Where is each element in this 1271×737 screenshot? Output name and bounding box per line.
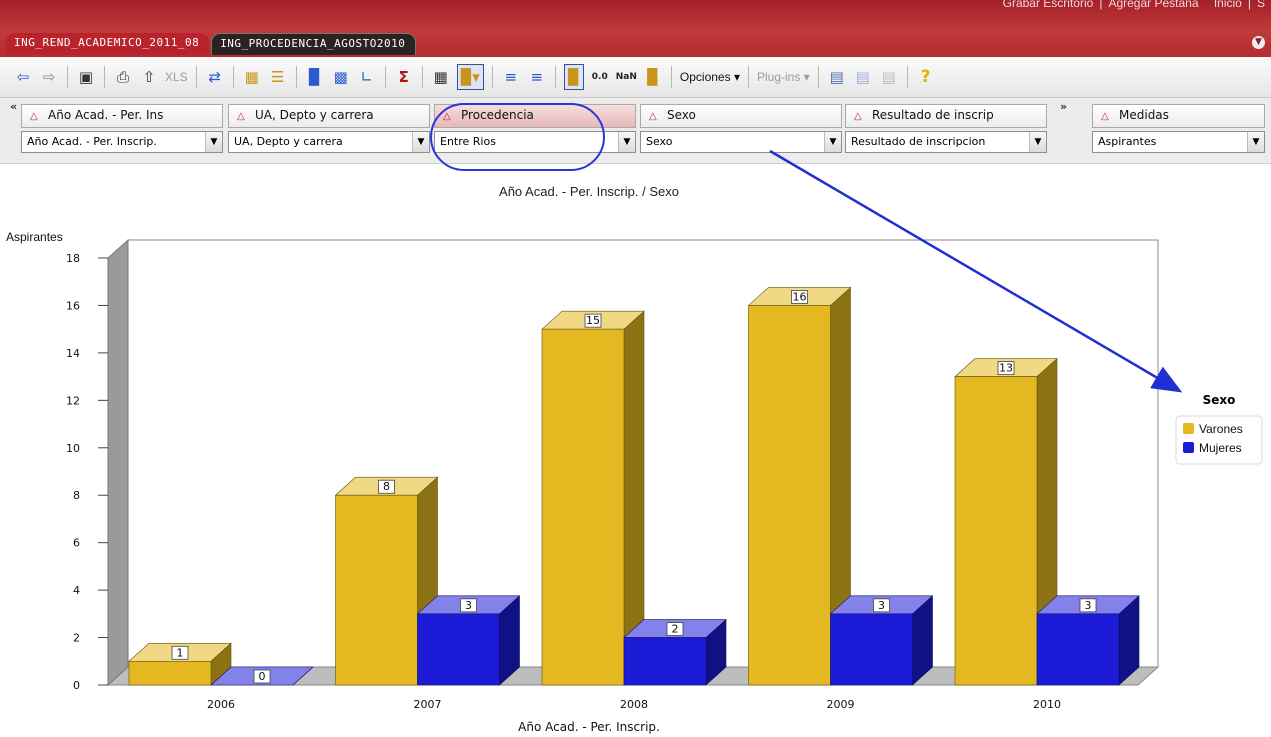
- bar-varones-2009: [748, 305, 831, 686]
- bar-mujeres-2007: [417, 613, 500, 686]
- x-tick-label: 2007: [414, 698, 442, 711]
- data-label: 1: [177, 646, 184, 659]
- bar-mujeres-2008: [623, 637, 707, 686]
- y-tick-label: 16: [66, 299, 80, 312]
- y-tick-label: 14: [66, 347, 80, 360]
- data-label: 13: [999, 362, 1013, 375]
- bar-varones-2006: [128, 660, 212, 686]
- y-tick-label: 18: [66, 252, 80, 265]
- y-tick-label: 2: [73, 632, 80, 645]
- y-tick-label: 4: [73, 584, 80, 597]
- bar-varones-2008: [541, 328, 625, 686]
- plot-area: 0246810121416181020068320071522008163200…: [66, 238, 1160, 711]
- x-tick-label: 2009: [827, 698, 855, 711]
- bar-mujeres-2009: [830, 613, 913, 686]
- data-label: 3: [1085, 599, 1092, 612]
- bar-varones-2010: [954, 376, 1038, 686]
- data-label: 15: [586, 314, 600, 327]
- x-tick-label: 2006: [207, 698, 235, 711]
- chart-side-wall: [107, 238, 129, 687]
- legend-swatch: [1183, 423, 1194, 434]
- data-label: 3: [465, 599, 472, 612]
- data-label: 8: [383, 480, 390, 493]
- y-tick-label: 6: [73, 537, 80, 550]
- x-tick-label: 2010: [1033, 698, 1061, 711]
- bar-varones-2007: [335, 494, 418, 686]
- bar-mujeres-2010: [1036, 613, 1120, 686]
- y-axis-label: Aspirantes: [6, 230, 63, 244]
- x-axis-label: Año Acad. - Per. Inscrip.: [518, 720, 660, 734]
- data-label: 0: [259, 670, 266, 683]
- y-tick-label: 12: [66, 394, 80, 407]
- y-tick-label: 0: [73, 679, 80, 692]
- y-tick-label: 8: [73, 489, 80, 502]
- legend-item-mujeres: Mujeres: [1199, 441, 1242, 455]
- legend-title: Sexo: [1203, 393, 1236, 407]
- y-tick-label: 10: [66, 442, 80, 455]
- data-label: 2: [672, 623, 679, 636]
- legend-item-varones: Varones: [1199, 422, 1243, 436]
- data-label: 3: [878, 599, 885, 612]
- legend: Sexo Varones Mujeres: [1175, 393, 1263, 465]
- legend-swatch: [1183, 442, 1194, 453]
- x-tick-label: 2008: [620, 698, 648, 711]
- bar-chart: Año Acad. - Per. Inscrip. / Sexo Aspiran…: [6, 149, 1263, 734]
- chart-title: Año Acad. - Per. Inscrip. / Sexo: [499, 184, 679, 199]
- data-label: 16: [793, 290, 807, 303]
